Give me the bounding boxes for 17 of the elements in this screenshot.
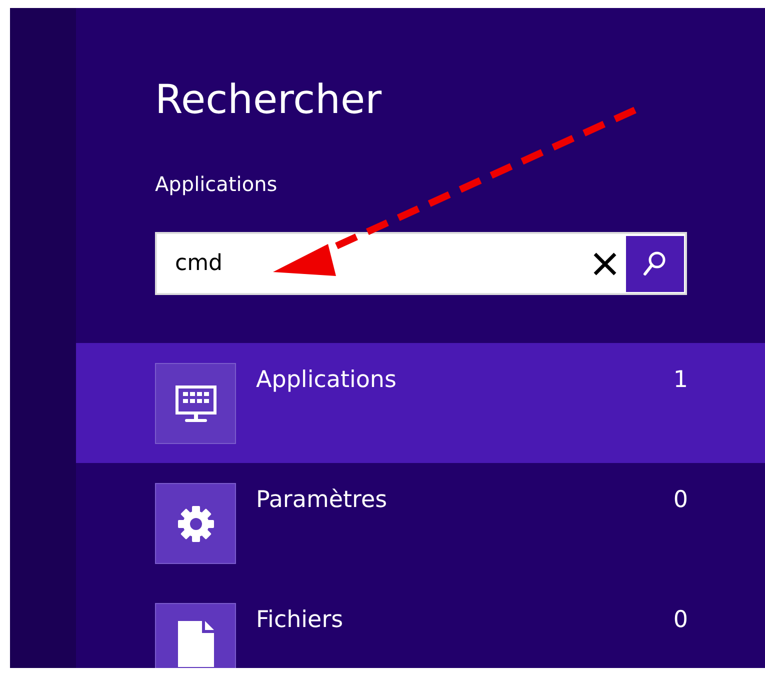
search-icon	[642, 250, 668, 278]
category-label: Applications	[256, 367, 398, 395]
search-field[interactable]: cmd	[155, 232, 687, 295]
result-category[interactable]: Paramètres 0	[76, 463, 765, 583]
result-category[interactable]: Fichiers 0	[76, 583, 765, 668]
pane-title: Rechercher	[155, 80, 383, 120]
document-icon	[178, 620, 214, 666]
result-count: 1	[673, 367, 688, 395]
search-input[interactable]: cmd	[157, 247, 585, 280]
scope-label: Applications	[155, 172, 278, 196]
search-button[interactable]	[626, 236, 684, 292]
category-label: Paramètres	[256, 487, 388, 515]
result-count: 0	[673, 487, 688, 515]
result-category[interactable]: Applications 1	[76, 343, 765, 463]
result-count: 0	[673, 607, 688, 635]
category-label: Fichiers	[256, 607, 344, 635]
close-icon	[592, 250, 618, 276]
